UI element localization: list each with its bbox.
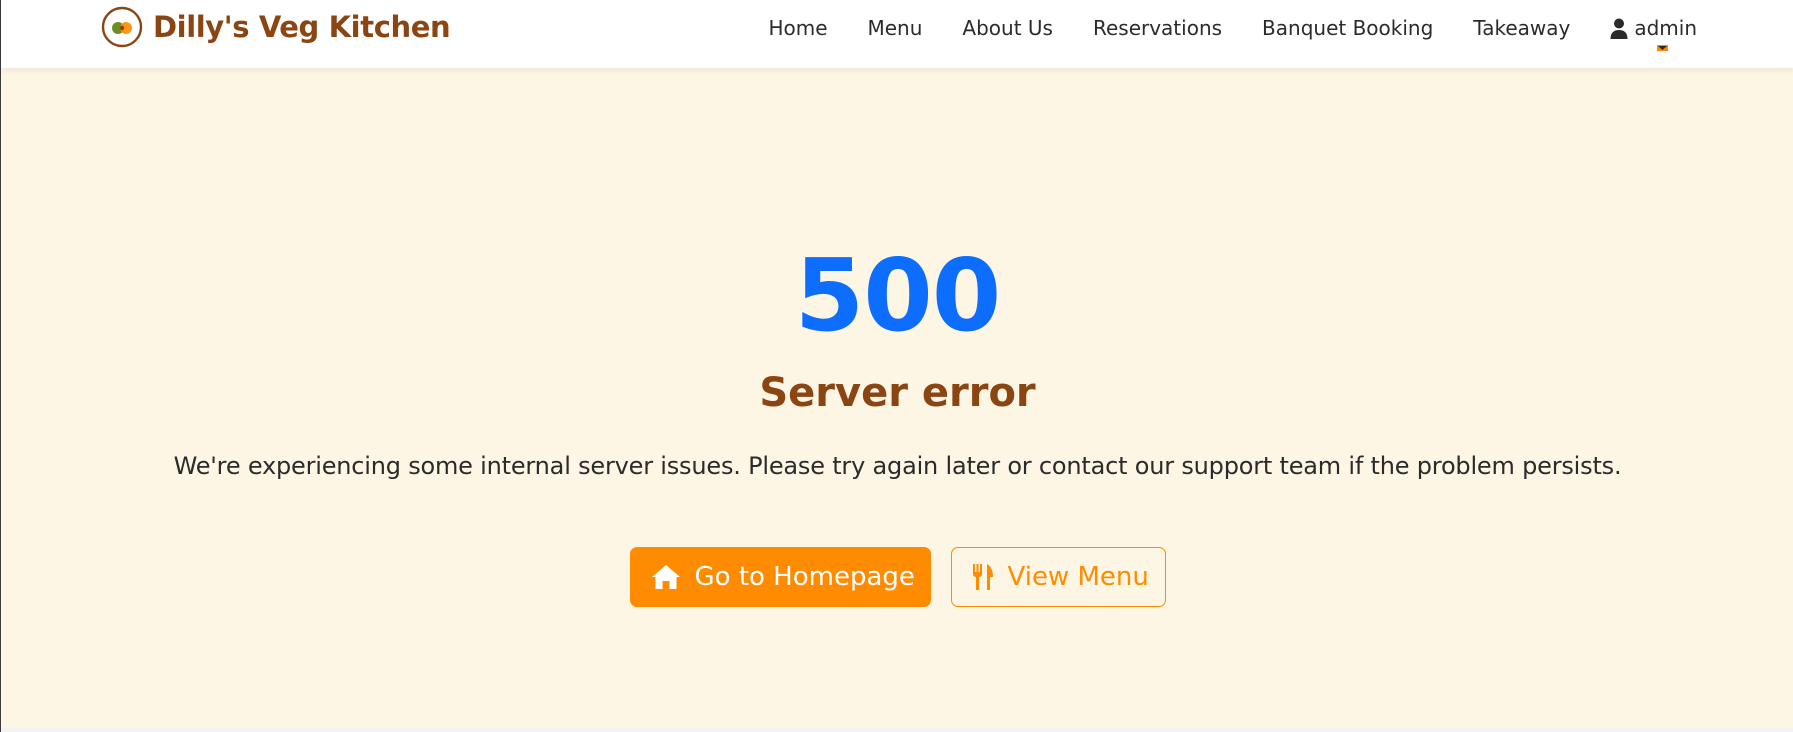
error-message: We're experiencing some internal server … — [173, 452, 1622, 480]
brand-name: Dilly's Veg Kitchen — [153, 10, 451, 44]
user-name: admin — [1634, 16, 1697, 40]
error-actions: Go to Homepage View Menu — [1, 547, 1793, 607]
nav-home[interactable]: Home — [768, 16, 827, 40]
brand-link[interactable]: Dilly's Veg Kitchen — [101, 6, 451, 48]
navbar: Dilly's Veg Kitchen Home Menu About Us R… — [1, 0, 1793, 68]
veg-logo-icon — [101, 6, 143, 48]
go-to-homepage-label: Go to Homepage — [694, 562, 915, 592]
nav-banquet-booking[interactable]: Banquet Booking — [1262, 16, 1433, 40]
dropdown-caret-icon — [1657, 45, 1669, 51]
user-icon — [1610, 18, 1628, 39]
error-content: 500 Server error We're experiencing some… — [1, 68, 1793, 732]
utensils-icon — [972, 564, 993, 590]
page-bottom-edge — [1, 728, 1793, 732]
view-menu-button[interactable]: View Menu — [950, 547, 1166, 607]
nav-about-us[interactable]: About Us — [962, 16, 1053, 40]
error-page: Dilly's Veg Kitchen Home Menu About Us R… — [0, 0, 1793, 732]
view-menu-label: View Menu — [1007, 562, 1149, 592]
user-menu-toggle[interactable]: admin — [1610, 16, 1697, 51]
home-icon — [651, 565, 680, 589]
nav-takeaway[interactable]: Takeaway — [1473, 16, 1570, 40]
nav-reservations[interactable]: Reservations — [1093, 16, 1222, 40]
error-title: Server error — [759, 370, 1036, 416]
nav-menu[interactable]: Menu — [868, 16, 923, 40]
go-to-homepage-button[interactable]: Go to Homepage — [629, 547, 931, 607]
error-code: 500 — [794, 237, 1002, 354]
nav-links: Home Menu About Us Reservations Banquet … — [768, 16, 1697, 51]
